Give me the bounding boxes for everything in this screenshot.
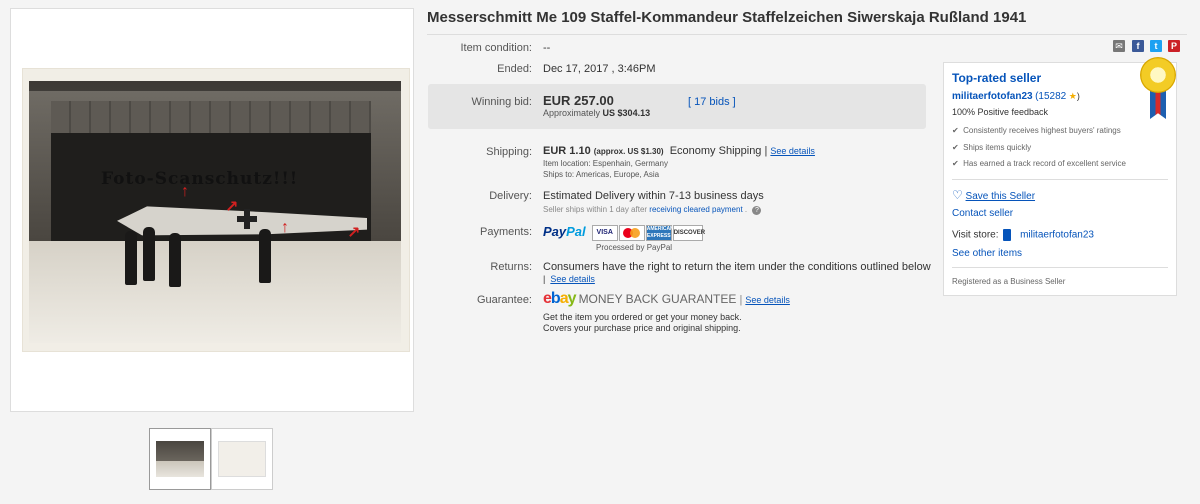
feedback-score-end: ) [1076,91,1080,101]
medal-badge [1140,57,1176,93]
help-icon[interactable]: ? [752,206,762,215]
thumbnail-image [218,441,266,477]
heart-icon: ♡ [952,188,963,202]
paypal-logo-part: Pay [543,224,567,239]
discover-card-icon: DISCOVER [672,225,705,242]
ended-label: Ended: [497,63,532,75]
figure [169,233,181,287]
returns-details-link[interactable]: See details [550,274,595,284]
approx-prefix: Approximately [543,108,601,118]
top-rated-heading: Top-rated seller [952,71,1042,85]
seller-name-link[interactable]: militaerfotofan23 [952,91,1033,102]
red-arrow-icon: ↗ [225,199,239,216]
delivery-note: Seller ships within 1 day after receivin… [543,205,762,215]
returns-label: Returns: [490,261,532,273]
thumbnail-1[interactable] [149,428,211,490]
figure [143,227,155,281]
check-icon: ✔ [952,159,959,168]
red-arrow-icon: ↑ [181,183,189,200]
guarantee-label: Guarantee: [476,294,532,306]
seller-feature: ✔ Has earned a track record of excellent… [952,159,1126,168]
shipping-approx: (approx. US $1.30) [593,147,664,156]
aircraft-cross-marking [237,209,257,229]
hangar-facade [51,101,371,133]
returns-value: Consumers have the right to return the i… [543,261,931,273]
paypal-logo: PayPal [543,224,586,239]
contact-seller-link[interactable]: Contact seller [952,208,1013,219]
red-arrow-icon: ↑ [281,219,289,236]
guarantee-title: MONEY BACK GUARANTEE [578,292,737,306]
thumbnail-image [156,441,204,477]
guarantee-line-1: Get the item you ordered or get your mon… [543,312,742,322]
delivery-note-suffix: . [744,205,748,214]
delivery-value: Estimated Delivery within 7-13 business … [543,190,764,202]
facebook-share-icon[interactable]: f [1132,40,1144,52]
main-image-panel[interactable]: Foto-Scanschutz!!! ↑ ↗ ↑ ↗ [10,8,414,412]
mastercard-icon [618,225,645,242]
check-icon: ✔ [952,126,959,135]
feedback-star-icon: ★ [1068,91,1077,101]
pinterest-share-icon[interactable]: P [1168,40,1180,52]
winning-bid-price: EUR 257.00 [543,93,614,108]
shipping-price: EUR 1.10 [543,145,591,157]
ended-value: Dec 17, 2017 , 3:46PM [543,63,656,75]
business-seller-note: Registered as a Business Seller [952,277,1066,286]
shipping-method: Economy Shipping | [669,145,768,157]
item-location: Item location: Espenhain, Germany [543,159,668,168]
thumbnail-2[interactable] [211,428,273,490]
returns-details: | See details [543,274,595,284]
shipping-label: Shipping: [486,146,532,158]
store-icon [1003,229,1012,241]
seller-identity: militaerfotofan23 (15282 ★) [952,91,1080,102]
cleared-payment-link[interactable]: receiving cleared payment [649,205,742,214]
see-other-items-link[interactable]: See other items [952,248,1022,259]
photo-watermark: Foto-Scanschutz!!! [101,169,299,189]
delivery-label: Delivery: [489,190,532,202]
approx-value: US $304.13 [602,108,651,118]
figure [259,229,271,283]
feedback-score-link[interactable]: (15282 [1035,91,1066,102]
processed-by-paypal: Processed by PayPal [596,243,673,252]
check-icon: ✔ [952,143,959,152]
winning-bid-label: Winning bid: [471,96,532,108]
store-link[interactable]: militaerfotofan23 [1020,230,1094,241]
seller-feature: ✔ Consistently receives highest buyers' … [952,126,1121,135]
seller-info-card: Top-rated seller militaerfotofan23 (1528… [943,57,1177,296]
seller-feature: ✔ Ships items quickly [952,143,1032,152]
item-title: Messerschmitt Me 109 Staffel-Kommandeur … [427,9,1027,26]
payments-label: Payments: [480,226,532,238]
twitter-share-icon[interactable]: t [1150,40,1162,52]
save-seller-link[interactable]: Save this Seller [966,191,1035,202]
visit-store: Visit store: militaerfotofan23 [952,229,1094,241]
bid-count-link[interactable]: [ 17 bids ] [688,96,736,108]
save-seller[interactable]: ♡ Save this Seller [952,188,1035,202]
visa-card-icon: VISA [591,225,618,242]
guarantee-details-link[interactable]: See details [745,295,790,305]
item-photo[interactable]: Foto-Scanschutz!!! ↑ ↗ ↑ ↗ [23,69,409,351]
winning-bid-approx: Approximately US $304.13 [543,108,650,118]
condition-value: -- [543,42,551,54]
red-arrow-icon: ↗ [347,225,361,242]
amex-card-icon: AMERICAN EXPRESS [645,225,674,242]
divider [952,179,1168,180]
photo-scene: Foto-Scanschutz!!! ↑ ↗ ↑ ↗ [29,81,401,343]
top-rated-medal-icon [1140,57,1176,121]
figure [125,231,137,285]
guarantee-line-2: Covers your purchase price and original … [543,323,741,333]
ships-to: Ships to: Americas, Europe, Asia [543,170,660,179]
shipping-line: EUR 1.10 (approx. US $1.30) Economy Ship… [543,145,815,157]
divider [952,267,1168,268]
money-back-guarantee: ebay MONEY BACK GUARANTEE | See details [543,290,790,307]
paypal-logo-part: Pal [566,224,586,239]
email-share-icon[interactable]: ✉ [1113,40,1125,52]
payment-methods: PayPal VISA AMERICAN EXPRESS DISCOVER [543,224,705,242]
divider [427,34,1187,35]
visit-store-label: Visit store: [952,229,999,241]
shipping-details-link[interactable]: See details [770,146,815,156]
ebay-logo: ebay [543,290,576,307]
condition-label: Item condition: [460,42,532,54]
delivery-note-prefix: Seller ships within 1 day after [543,205,648,214]
positive-feedback: 100% Positive feedback [952,107,1049,117]
